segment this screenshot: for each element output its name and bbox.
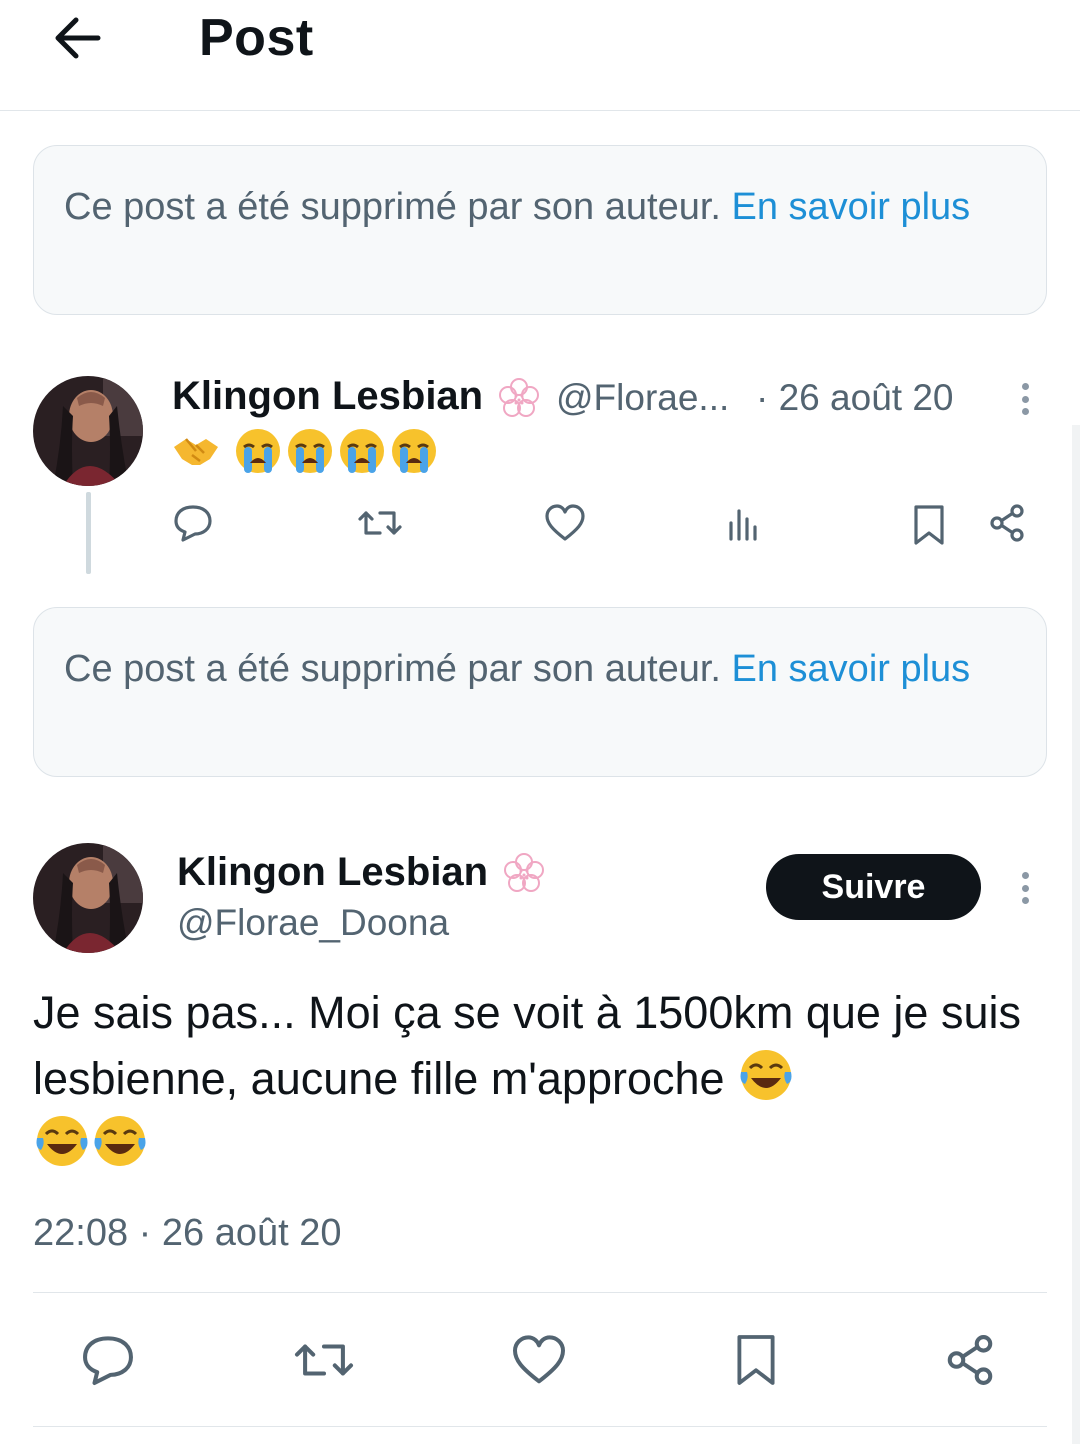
comment-icon [174,505,212,542]
post-text: Je sais pas... Moi ça se voit à 1500km q… [33,980,1053,1178]
avatar[interactable] [33,376,143,486]
scrollbar[interactable] [1072,425,1080,1444]
flower-badge-icon [499,378,539,417]
post-date[interactable]: · 26 août 20 [756,377,953,419]
analytics-icon [729,509,757,541]
share-button[interactable] [940,1330,1000,1390]
reply-text [170,425,440,477]
deleted-post-notice: Ce post a été supprimé par son auteur. E… [33,607,1047,777]
divider [33,1426,1047,1427]
deleted-post-notice: Ce post a été supprimé par son auteur. E… [33,145,1047,315]
like-button[interactable] [509,1330,569,1390]
bookmark-icon [737,1335,775,1385]
bookmark-icon [914,505,944,545]
author-handle[interactable]: @Florae... [556,377,729,419]
crying-emoji [288,429,332,473]
handshake-emoji [174,438,218,465]
arrow-left-icon [55,17,101,59]
avatar[interactable] [33,843,143,953]
learn-more-link[interactable]: En savoir plus [732,186,971,228]
laughing-emoji [94,1116,146,1166]
follow-button[interactable]: Suivre [766,854,981,920]
top-bar: Post [0,0,1080,111]
comment-icon [83,1336,133,1385]
share-icon [990,504,1024,542]
more-options-icon[interactable] [1010,377,1040,421]
bookmark-button[interactable] [906,500,952,550]
laughing-emoji [740,1050,792,1100]
learn-more-link[interactable]: En savoir plus [732,648,971,690]
repost-icon [358,511,402,535]
reply-button[interactable] [170,500,216,546]
thread-connector [86,492,91,574]
author-name[interactable]: Klingon Lesbian [172,374,483,419]
reply-button[interactable] [78,1330,138,1390]
author-name[interactable]: Klingon Lesbian [177,850,488,895]
crying-emoji [340,429,384,473]
repost-icon [294,1344,354,1376]
more-options-icon[interactable] [1010,866,1040,910]
laughing-emoji [36,1116,88,1166]
flower-badge-icon [504,853,544,892]
deleted-notice-text: Ce post a été supprimé par son auteur. [64,186,732,228]
author-handle[interactable]: @Florae_Doona [177,902,449,944]
repost-button[interactable] [292,1330,356,1390]
divider [33,1292,1047,1293]
post-text-body: Je sais pas... Moi ça se voit à 1500km q… [33,987,1021,1104]
repost-button[interactable] [355,500,405,546]
like-button[interactable] [542,500,588,546]
back-button[interactable] [46,10,108,66]
heart-icon [545,504,585,541]
heart-icon [513,1335,565,1384]
post-timestamp[interactable]: 22:08 · 26 août 20 [33,1212,341,1255]
views-button[interactable] [722,500,764,546]
deleted-notice-text: Ce post a été supprimé par son auteur. [64,648,732,690]
crying-emoji [236,429,280,473]
page-title: Post [199,9,314,67]
crying-emoji [392,429,436,473]
bookmark-button[interactable] [726,1328,786,1392]
share-icon [947,1335,993,1385]
share-button[interactable] [984,500,1030,546]
